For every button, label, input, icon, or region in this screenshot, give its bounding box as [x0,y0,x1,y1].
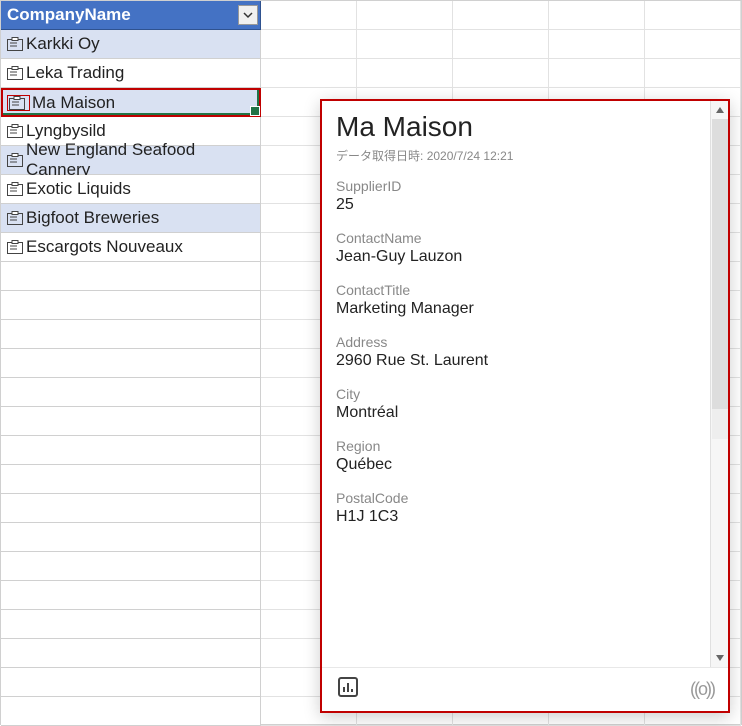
datatype-card-icon [7,153,23,167]
triangle-up-icon [715,105,725,115]
datatype-card-icon [7,66,23,80]
card-meta-value: 2020/7/24 12:21 [427,149,514,163]
card-field: Region Québec [336,438,696,474]
field-label: PostalCode [336,490,696,506]
scroll-up-button[interactable] [711,101,729,119]
card-field: ContactName Jean-Guy Lauzon [336,230,696,266]
cell-company-name[interactable]: Karkki Oy [1,30,261,59]
field-value: Montréal [336,404,696,422]
card-field: SupplierID 25 [336,178,696,214]
broadcast-icon[interactable]: ((o)) [690,679,714,700]
empty-cell[interactable] [1,552,261,581]
field-label: SupplierID [336,178,696,194]
card-field: PostalCode H1J 1C3 [336,490,696,526]
field-label: Address [336,334,696,350]
empty-cells [261,59,741,88]
field-value: 2960 Rue St. Laurent [336,352,696,370]
card-field: City Montréal [336,386,696,422]
empty-cell[interactable] [1,668,261,697]
empty-cell[interactable] [1,320,261,349]
datatype-card-icon [7,182,23,196]
scroll-down-button[interactable] [711,649,729,667]
card-field: ContactTitle Marketing Manager [336,282,696,318]
empty-cell[interactable] [1,436,261,465]
card-title: Ma Maison [336,111,696,143]
cell-company-name[interactable]: Bigfoot Breweries [1,204,261,233]
cell-company-name[interactable]: Leka Trading [1,59,261,88]
triangle-down-icon [715,653,725,663]
empty-cell[interactable] [1,349,261,378]
cell-company-name[interactable]: Exotic Liquids [1,175,261,204]
empty-cell[interactable] [1,465,261,494]
empty-cell[interactable] [1,610,261,639]
field-value: Québec [336,456,696,474]
empty-cell[interactable] [1,581,261,610]
field-value: 25 [336,196,696,214]
scroll-thumb[interactable] [712,119,728,409]
cell-company-name[interactable]: New England Seafood Cannery [1,146,261,175]
cell-company-name[interactable]: Ma Maison [1,88,261,117]
empty-cell[interactable] [1,494,261,523]
empty-cells [261,30,741,59]
empty-header-cells [261,1,741,30]
chart-icon[interactable] [336,675,360,704]
empty-cell[interactable] [1,407,261,436]
field-label: ContactTitle [336,282,696,298]
datatype-card-icon [9,96,25,110]
scroll-track[interactable] [711,119,729,649]
datatype-card-icon [7,211,23,225]
empty-cell[interactable] [1,262,261,291]
empty-cell[interactable] [1,378,261,407]
card-content: Ma Maison データ取得日時: 2020/7/24 12:21 Suppl… [322,101,710,667]
card-scrollbar[interactable] [710,101,728,667]
column-header-label: CompanyName [7,5,131,25]
cell-text: Bigfoot Breweries [26,208,159,228]
card-meta: データ取得日時: 2020/7/24 12:21 [336,147,696,164]
cell-text: Ma Maison [32,93,115,113]
cell-text: Karkki Oy [26,34,100,54]
cell-text: New England Seafood Cannery [26,140,254,180]
field-value: Marketing Manager [336,300,696,318]
table-row[interactable]: Karkki Oy [1,30,741,59]
empty-cell[interactable] [1,697,261,726]
datatype-card-icon [7,124,23,138]
cell-text: Lyngbysild [26,121,106,141]
field-label: City [336,386,696,402]
field-value: H1J 1C3 [336,508,696,526]
cell-text: Exotic Liquids [26,179,131,199]
chevron-down-icon [243,10,253,20]
field-label: Region [336,438,696,454]
card-footer: ((o)) [322,667,728,711]
datatype-card-icon [7,37,23,51]
field-value: Jean-Guy Lauzon [336,248,696,266]
card-field: Address 2960 Rue St. Laurent [336,334,696,370]
table-row[interactable]: Leka Trading [1,59,741,88]
datatype-icon-button[interactable] [7,95,30,111]
card-meta-label: データ取得日時: [336,149,423,163]
datatype-card-icon [7,240,23,254]
scroll-thumb-shadow [712,409,728,439]
field-label: ContactName [336,230,696,246]
empty-cell[interactable] [1,639,261,668]
table-header-row: CompanyName [1,1,741,30]
empty-cell[interactable] [1,523,261,552]
cell-text: Leka Trading [26,63,124,83]
data-card-popup: Ma Maison データ取得日時: 2020/7/24 12:21 Suppl… [320,99,730,713]
empty-cell[interactable] [1,291,261,320]
cell-text: Escargots Nouveaux [26,237,183,257]
column-header-company-name[interactable]: CompanyName [1,1,261,30]
cell-company-name[interactable]: Escargots Nouveaux [1,233,261,262]
filter-dropdown-button[interactable] [238,5,258,25]
